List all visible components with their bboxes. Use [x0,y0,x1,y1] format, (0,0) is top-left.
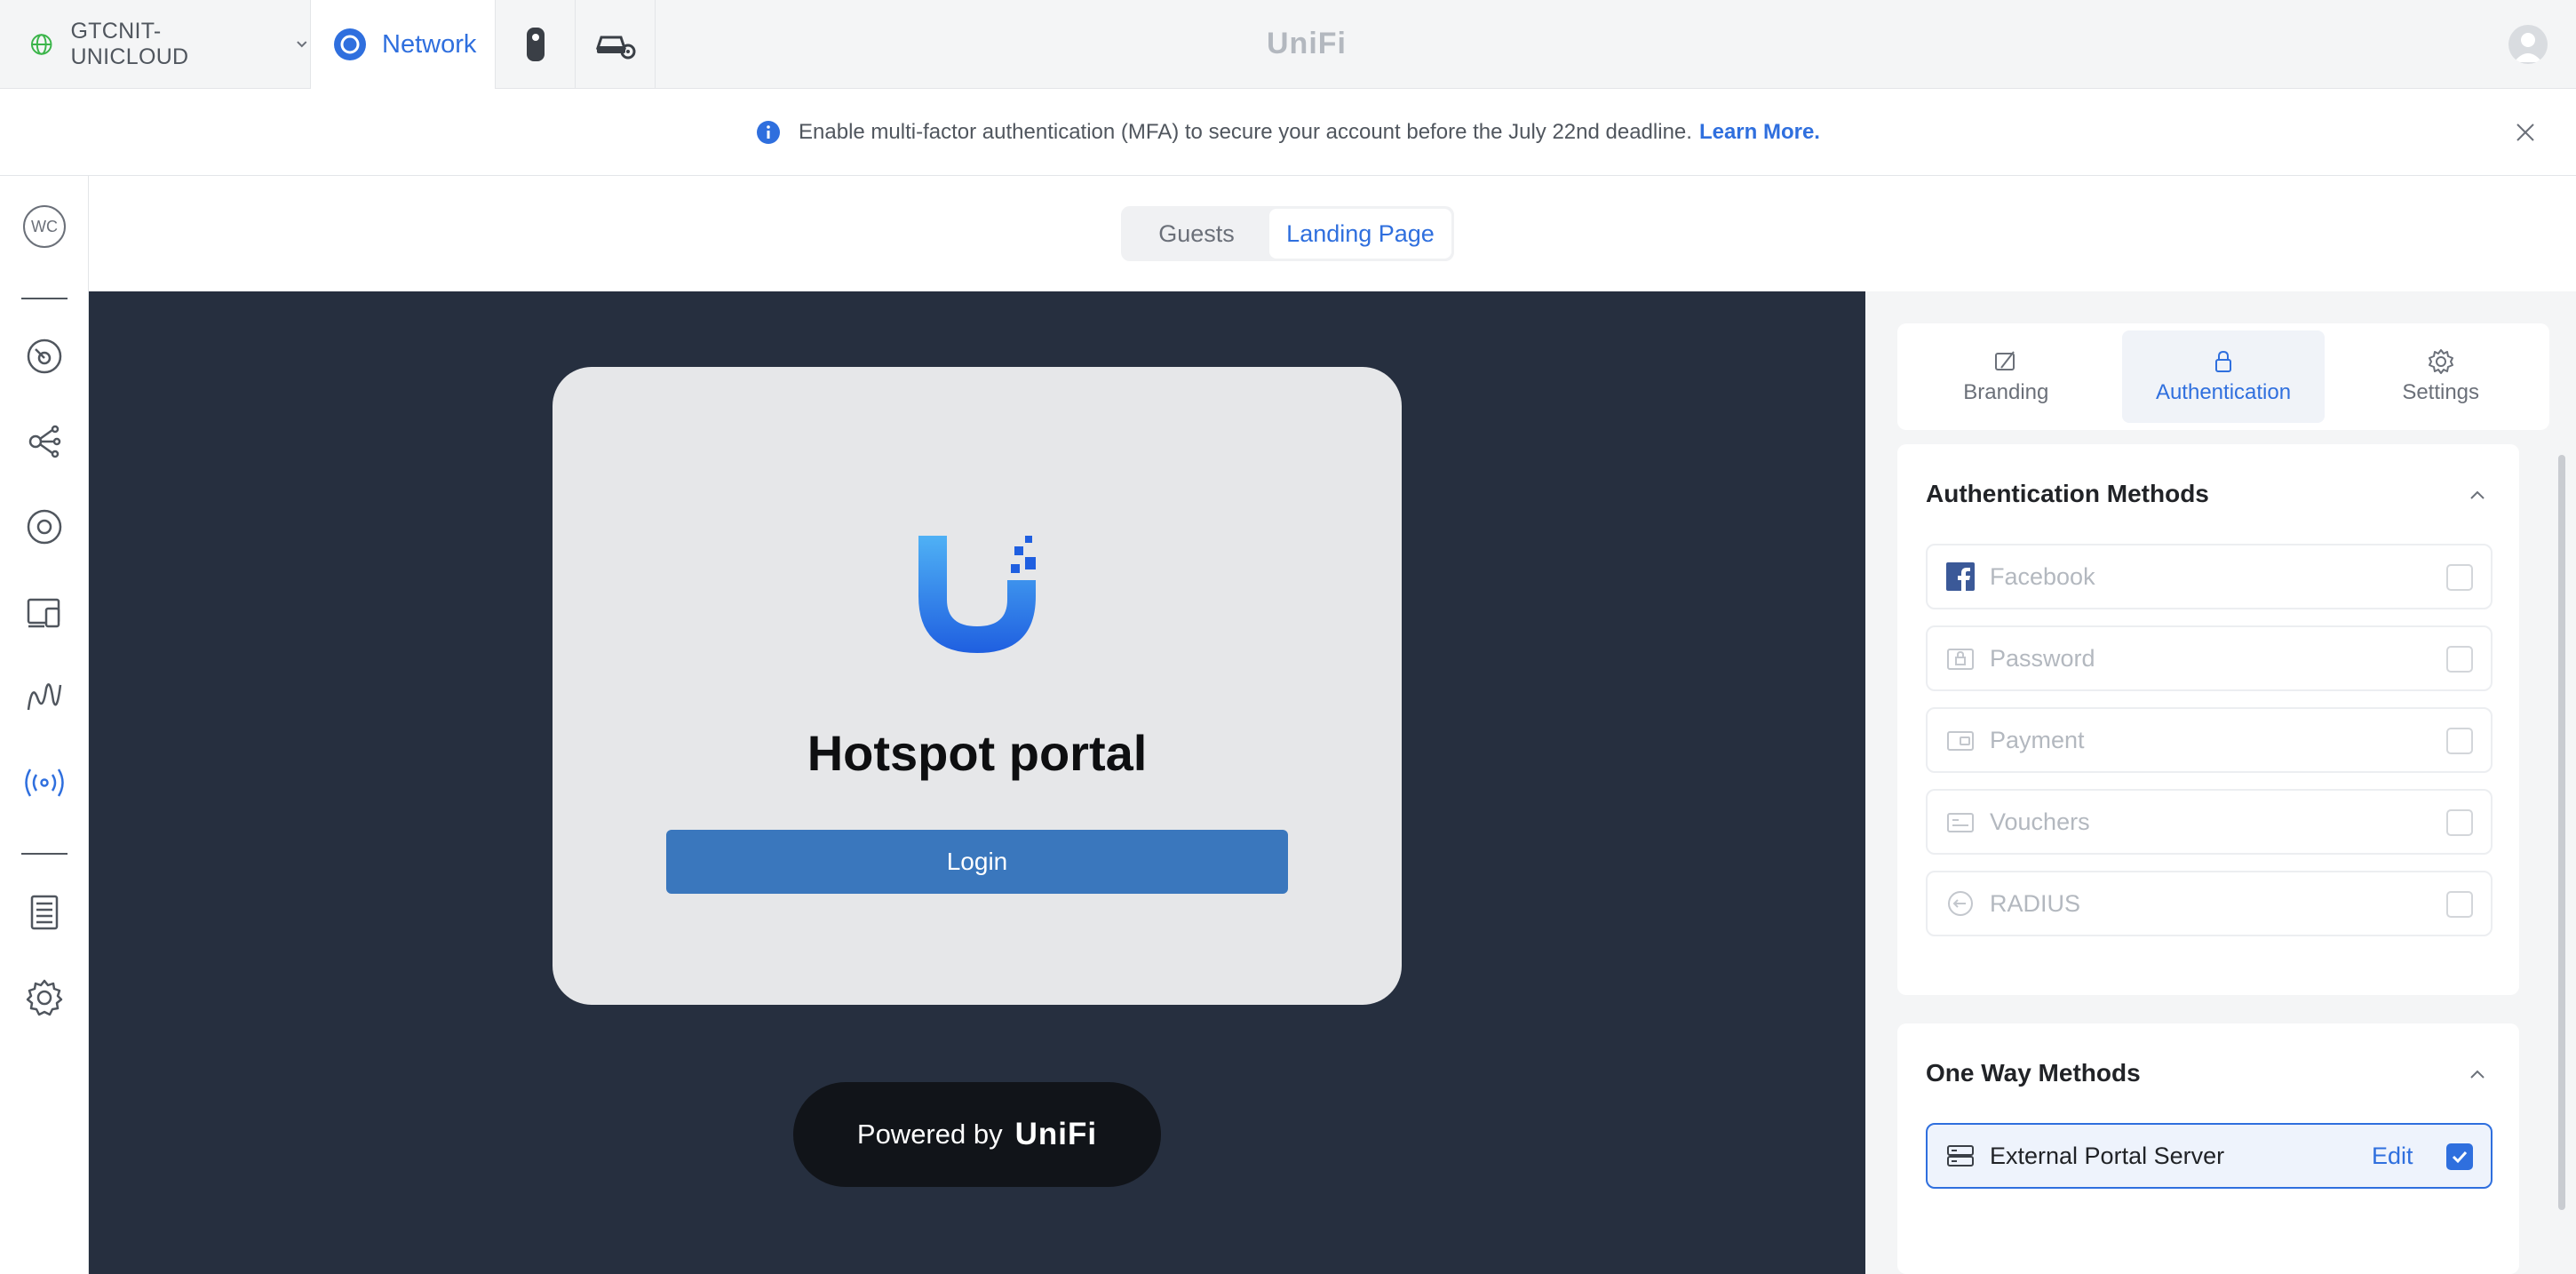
protect-camera-icon [526,28,545,61]
auth-method-label: Payment [1990,726,2085,753]
app-tab-protect[interactable] [496,0,576,89]
network-app-icon [334,28,366,60]
top-bar: GTCNIT-UNICLOUD Network UniFi [0,0,2576,89]
tab-settings-label: Settings [2402,380,2480,404]
password-icon [1945,643,1976,673]
site-selector[interactable]: GTCNIT-UNICLOUD [0,0,311,89]
devices-icon[interactable] [22,505,67,549]
auth-method-checkbox[interactable] [2446,728,2473,754]
app-tab-label: Network [382,29,477,59]
auth-method-label: Vouchers [1990,808,2090,835]
site-initials: WC [23,205,66,248]
powered-by-badge: Powered by UniFi [793,1082,1161,1187]
one-way-method-external-portal[interactable]: External Portal Server Edit [1926,1123,2493,1189]
gear-icon [2428,349,2453,374]
nav-divider [21,298,68,299]
auth-method-vouchers[interactable]: Vouchers [1926,789,2493,855]
unifi-u-logo [918,536,1036,653]
tab-branding[interactable]: Branding [1904,330,2108,423]
globe-icon [30,34,52,55]
powered-by-text: Powered by [856,1119,1003,1150]
branding-icon [1995,351,2015,370]
auth-method-label: Facebook [1990,562,2095,590]
auth-method-checkbox[interactable] [2446,891,2473,918]
tab-authentication-label: Authentication [2155,380,2292,404]
mfa-banner: Enable multi-factor authentication (MFA)… [0,89,2576,176]
facebook-icon [1945,561,1976,592]
close-icon[interactable] [2514,121,2537,144]
settings-icon[interactable] [22,975,67,1020]
chevron-up-icon[interactable] [2468,1064,2487,1084]
left-navigation: WC [0,176,89,1274]
auth-method-checkbox[interactable] [2446,646,2473,673]
auth-method-radius[interactable]: RADIUS [1926,871,2493,936]
one-way-methods-section: One Way Methods External Portal Server E… [1897,1023,2519,1274]
banner-message: Enable multi-factor authentication (MFA)… [799,119,1692,144]
tab-authentication[interactable]: Authentication [2121,330,2326,423]
checkmark-icon [2452,1151,2468,1164]
logs-icon[interactable] [22,890,67,935]
section-heading: Authentication Methods [1926,480,2209,507]
server-icon [1945,1141,1976,1171]
section-heading: One Way Methods [1926,1059,2141,1087]
tab-guests[interactable]: Guests [1124,209,1269,259]
tab-landing-page[interactable]: Landing Page [1269,209,1451,259]
authentication-methods-section: Authentication Methods Facebook Password… [1897,444,2519,995]
one-way-method-label: External Portal Server [1990,1142,2225,1169]
tab-branding-label: Branding [1963,380,2049,404]
panel-scrollbar[interactable] [2558,455,2565,1210]
tab-settings[interactable]: Settings [2339,330,2542,423]
clients-icon[interactable] [22,590,67,634]
vehicle-gear-icon [595,36,635,60]
hotspot-icon[interactable] [22,760,67,805]
insights-icon[interactable] [22,675,67,720]
edit-button[interactable]: Edit [2372,1143,2413,1170]
chevron-down-icon [297,41,307,48]
guest-page-switcher: Guests Landing Page [1121,206,1454,261]
one-way-method-checkbox[interactable] [2446,1143,2473,1170]
payment-icon [1945,725,1976,755]
powered-by-logo: UniFi [1014,1117,1098,1151]
radius-icon [1945,888,1976,919]
topology-icon[interactable] [22,419,67,464]
chevron-up-icon[interactable] [2468,485,2487,505]
app-tab-vehicle[interactable] [576,0,656,89]
landing-page-preview: Hotspot portal Login Powered by UniFi [89,291,1865,1274]
user-avatar-icon[interactable] [2508,25,2548,64]
info-icon [757,120,781,144]
auth-method-facebook[interactable]: Facebook [1926,544,2493,609]
learn-more-link[interactable]: Learn More. [1699,120,1820,145]
auth-method-payment[interactable]: Payment [1926,707,2493,773]
lock-icon [2215,350,2231,372]
panel-tabs: Branding Authentication Settings [1897,323,2549,430]
auth-method-checkbox[interactable] [2446,564,2473,591]
nav-divider [21,853,68,855]
auth-method-password[interactable]: Password [1926,625,2493,691]
voucher-icon [1945,807,1976,837]
portal-card: Hotspot portal Login [553,367,1402,1005]
auth-method-label: RADIUS [1990,889,2081,917]
app-tab-network[interactable]: Network [311,0,496,89]
dashboard-icon[interactable] [22,334,67,378]
site-name: GTCNIT-UNICLOUD [70,19,189,69]
unifi-brand-logo: UniFi [1267,27,1347,60]
site-initials-button[interactable]: WC [22,204,67,249]
portal-title: Hotspot portal [807,725,1148,781]
auth-method-checkbox[interactable] [2446,809,2473,836]
configuration-panel: Branding Authentication Settings Authent… [1865,291,2576,1274]
login-button[interactable]: Login [666,830,1288,894]
auth-method-label: Password [1990,644,2095,672]
